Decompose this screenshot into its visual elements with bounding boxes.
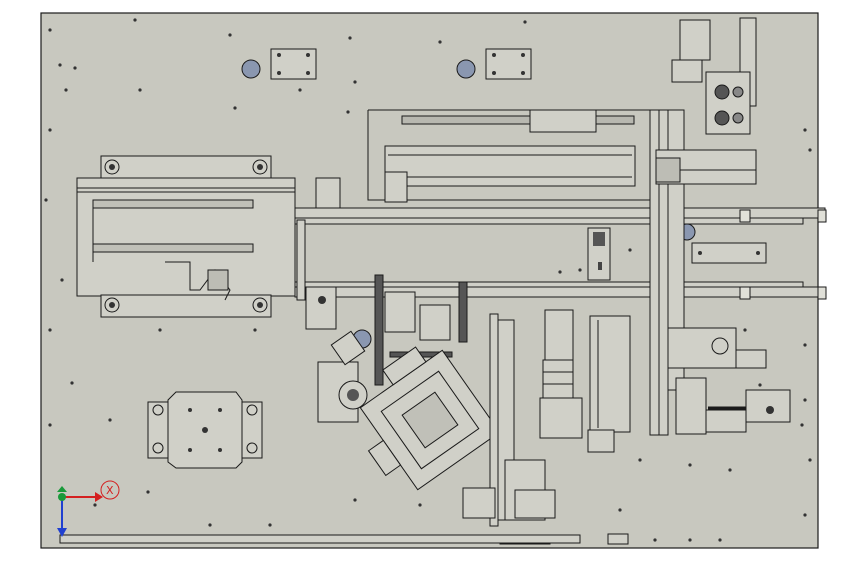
locating-hole [456,59,476,79]
sensor-marker [598,262,602,270]
locating-hole [241,59,261,79]
assembly-drawing: X [40,12,827,549]
lift-module [587,315,631,453]
left-fixture [76,155,296,318]
x-axis-label: X [106,484,114,497]
bottom-block [607,533,629,545]
cad-viewport[interactable]: X [0,0,867,562]
bottom-rail [59,534,581,544]
turntable-fixture [147,391,263,469]
mounting-block [485,48,532,80]
mounting-block [270,48,317,80]
sensor-body [593,232,605,246]
